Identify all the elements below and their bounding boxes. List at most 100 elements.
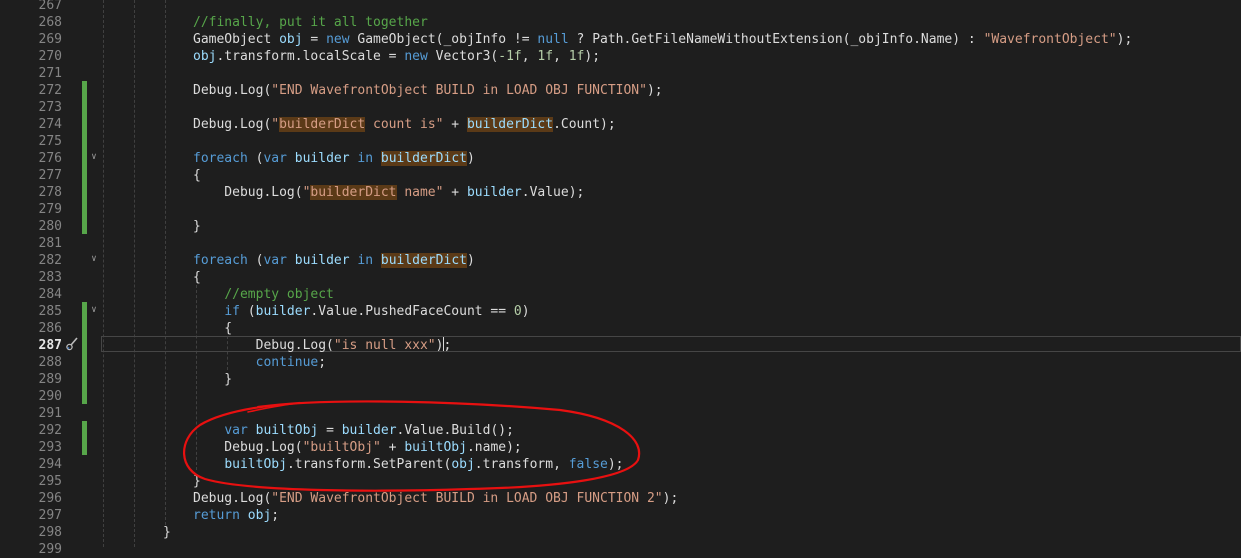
code-line[interactable]: 269 GameObject obj = new GameObject(_objI… — [0, 31, 1241, 48]
code-token: var — [224, 423, 248, 438]
code-line[interactable]: 294 builtObj.transform.SetParent(obj.tra… — [0, 456, 1241, 473]
code-token: .Value.Build(); — [396, 423, 514, 438]
code-token: _objInfo — [850, 32, 914, 47]
code-token: builder — [255, 304, 311, 319]
code-token: ); — [1116, 32, 1133, 47]
code-line[interactable]: 284 //empty object — [0, 286, 1241, 303]
code-token: 1f — [568, 49, 585, 64]
code-token: foreach — [193, 151, 248, 166]
code-token: builder — [341, 423, 397, 438]
code-line[interactable]: 285 if (builder.Value.PushedFaceCount ==… — [0, 303, 1241, 320]
line-number: 292 — [38, 423, 62, 438]
code-line[interactable]: 288 continue; — [0, 354, 1241, 371]
code-token: builderDict — [310, 185, 397, 200]
code-line[interactable]: 279 — [0, 201, 1241, 218]
code-line[interactable]: 290 — [0, 388, 1241, 405]
code-line[interactable]: 289 } — [0, 371, 1241, 388]
code-token: ? Path.GetFileNameWithoutExtension( — [568, 32, 851, 47]
code-line[interactable]: 291 — [0, 405, 1241, 422]
code-line[interactable]: 270 obj.transform.localScale = new Vector… — [0, 48, 1241, 65]
code-text: obj.transform.localScale = new Vector3(-… — [193, 48, 600, 65]
code-token: ); — [435, 338, 452, 353]
code-line[interactable]: 267 — [0, 0, 1241, 14]
line-number: 268 — [38, 15, 62, 30]
code-editor[interactable]: ∨ ∨ ∨ 267 268//finally, put it all togeth… — [0, 0, 1241, 557]
code-text: //finally, put it all together — [193, 14, 428, 31]
code-line[interactable]: 275 — [0, 133, 1241, 150]
code-line[interactable]: 282 foreach (var builder in builderDict) — [0, 252, 1241, 269]
line-number: 281 — [38, 236, 62, 251]
line-number: 286 — [38, 321, 62, 336]
code-line[interactable]: 272 Debug.Log("END WavefrontObject BUILD … — [0, 82, 1241, 99]
code-token: Debug.Log( — [193, 185, 303, 200]
code-text: } — [193, 371, 232, 388]
line-number: 287 — [38, 338, 62, 353]
code-token: obj — [279, 32, 303, 47]
line-number: 275 — [38, 134, 62, 149]
code-token: "END WavefrontObject BUILD in LOAD OBJ F… — [271, 83, 647, 98]
code-line[interactable]: 268 //finally, put it all together — [0, 14, 1241, 31]
code-token: .transform, — [474, 457, 569, 472]
code-line[interactable]: 276 foreach (var builder in builderDict) — [0, 150, 1241, 167]
code-line[interactable]: 295} — [0, 473, 1241, 490]
code-token: builder — [466, 185, 522, 200]
line-number: 298 — [38, 525, 62, 540]
code-token: } — [193, 474, 201, 489]
code-text: Debug.Log("is null xxx"); — [193, 337, 452, 354]
code-line[interactable]: 297 return obj; — [0, 507, 1241, 524]
code-line[interactable]: 286 { — [0, 320, 1241, 337]
code-token: //empty object — [224, 287, 334, 302]
code-token: var — [263, 253, 287, 268]
code-token: count is" — [365, 117, 444, 132]
code-text: GameObject obj = new GameObject(_objInfo… — [193, 31, 1132, 48]
code-text: { — [193, 320, 232, 337]
code-text: //empty object — [193, 286, 334, 303]
code-line[interactable]: 298} — [0, 524, 1241, 541]
code-line[interactable]: 296 Debug.Log("END WavefrontObject BUILD … — [0, 490, 1241, 507]
code-line[interactable]: 280} — [0, 218, 1241, 235]
code-token: if — [224, 304, 240, 319]
code-token: ) — [521, 304, 530, 319]
code-line[interactable]: 281 — [0, 235, 1241, 252]
code-token: builder — [294, 253, 350, 268]
code-line[interactable]: 292 var builtObj = builder.Value.Build()… — [0, 422, 1241, 439]
code-text: Debug.Log("END WavefrontObject BUILD in … — [193, 490, 678, 507]
code-line[interactable]: 293 Debug.Log("builtObj" + builtObj.name… — [0, 439, 1241, 456]
line-number: 289 — [38, 372, 62, 387]
code-line[interactable]: 283 { — [0, 269, 1241, 286]
code-text: builtObj.transform.SetParent(obj.transfo… — [193, 456, 623, 473]
code-text: var builtObj = builder.Value.Build(); — [193, 422, 514, 439]
code-token: Debug.Log( — [193, 440, 303, 455]
code-token: obj — [193, 49, 217, 64]
code-line[interactable]: 299 — [0, 541, 1241, 558]
line-number: 295 — [38, 474, 62, 489]
line-number: 296 — [38, 491, 62, 506]
code-line[interactable]: 273 — [0, 99, 1241, 116]
code-token: Vector3( — [427, 49, 499, 64]
line-number: 279 — [38, 202, 62, 217]
code-token: builderDict — [279, 117, 366, 132]
code-line[interactable]: 274 Debug.Log("builderDict count is" + bu… — [0, 116, 1241, 133]
line-number: 273 — [38, 100, 62, 115]
code-line[interactable]: 287 Debug.Log("is null xxx"); — [0, 337, 1241, 354]
code-token: ) — [466, 151, 475, 166]
line-number: 290 — [38, 389, 62, 404]
code-token: ); — [662, 491, 679, 506]
code-text: Debug.Log("builderDict name" + builder.V… — [193, 184, 584, 201]
code-line[interactable]: 278 Debug.Log("builderDict name" + build… — [0, 184, 1241, 201]
code-token: Debug.Log( — [193, 83, 272, 98]
line-number: 271 — [38, 66, 62, 81]
code-token: builderDict — [466, 117, 554, 132]
code-line[interactable]: 277 { — [0, 167, 1241, 184]
line-number: 276 — [38, 151, 62, 166]
code-line[interactable]: 271 — [0, 65, 1241, 82]
code-token: "builtObj" — [302, 440, 381, 455]
code-token: foreach — [193, 253, 248, 268]
line-number: 294 — [38, 457, 62, 472]
line-number: 297 — [38, 508, 62, 523]
line-number: 267 — [38, 0, 62, 13]
